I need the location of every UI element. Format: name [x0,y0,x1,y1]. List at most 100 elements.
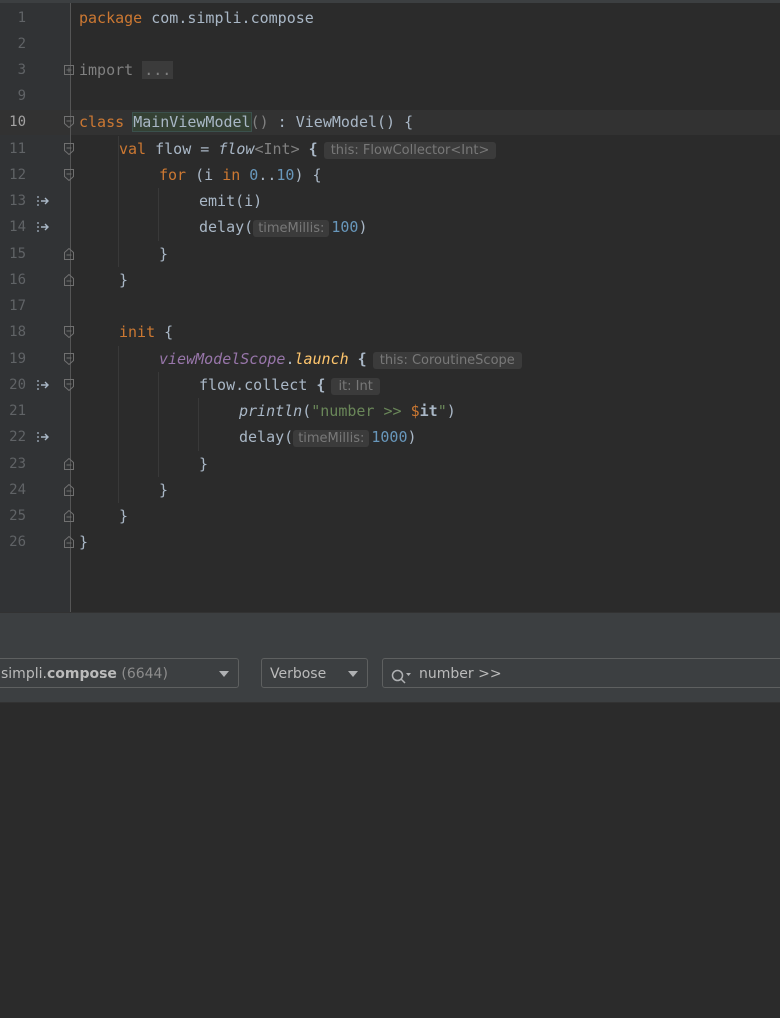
line-number[interactable]: 9 [0,83,26,109]
fold-start-icon[interactable] [64,353,74,365]
log-search-input[interactable]: number >> [382,658,780,688]
function-call: launch [294,350,349,368]
line-number[interactable]: 1 [0,5,26,31]
fold-start-icon[interactable] [64,143,74,155]
code-line-delay[interactable]: delay(timeMillis: 100) [199,214,368,240]
keyword: import [79,61,134,79]
fold-start-icon[interactable] [64,326,74,338]
code-text: (i [186,166,223,184]
code-text: } [119,271,129,289]
line-number[interactable]: 22 [0,424,26,450]
line-number[interactable]: 18 [0,319,26,345]
line-number[interactable]: 23 [0,451,26,477]
fold-start-icon[interactable] [64,116,74,128]
fold-start-icon[interactable] [64,169,74,181]
code-text: ) [358,218,368,236]
keyword: init [119,323,156,341]
code-line-for[interactable]: for (i in 0..10) { [159,162,322,188]
line-number[interactable]: 17 [0,293,26,319]
code-line-class[interactable]: class MainViewModel() : ViewModel() { [79,109,413,135]
process-pid: (6644) [121,666,168,682]
log-level-value: Verbose [270,666,327,682]
line-number[interactable]: 12 [0,162,26,188]
line-number[interactable]: 20 [0,372,26,398]
fold-end-icon[interactable] [64,274,74,286]
fold-end-icon[interactable] [64,484,74,496]
code-line-val-flow[interactable]: val flow = flow<Int> {this: FlowCollecto… [119,136,497,162]
code-line-import[interactable]: import ... [79,57,174,83]
code-line-delay[interactable]: delay(timeMillis: 1000) [239,424,417,450]
fold-end-icon[interactable] [64,248,74,260]
code-line-init[interactable]: init { [119,319,173,345]
code-text: .. [258,166,277,184]
code-text: delay( [239,428,294,446]
function-call: println [239,402,303,420]
code-line-close-brace[interactable]: } [79,529,88,555]
line-number[interactable]: 2 [0,31,26,57]
suspend-call-icon[interactable] [36,219,52,235]
inlay-param-hint[interactable]: timeMillis: [293,430,370,447]
line-number[interactable]: 16 [0,267,26,293]
log-level-select[interactable]: Verbose [261,658,368,688]
string-literal: "number >> [311,402,411,420]
chevron-down-icon [348,671,358,677]
code-line-close-brace[interactable]: } [119,503,128,529]
inlay-param-hint[interactable]: timeMillis: [253,220,330,237]
code-text: { [307,376,326,394]
folded-imports[interactable]: ... [142,61,174,79]
code-line-package[interactable]: package com.simpli.compose [79,5,314,31]
code-line-emit[interactable]: emit(i) [199,188,262,214]
logcat-toolbar: simpli.compose (6644) Verbose number >> [0,648,780,703]
keyword: val [119,140,147,158]
number: 1000 [371,428,408,446]
code-text: { [155,323,174,341]
code-line-println[interactable]: println("number >> $it") [239,398,456,424]
suspend-call-icon[interactable] [36,193,52,209]
line-number[interactable]: 11 [0,136,26,162]
number: 10 [276,166,295,184]
keyword: in [222,166,241,184]
code-text: com.simpli.compose [142,9,314,27]
line-number[interactable]: 15 [0,241,26,267]
code-line-close-brace[interactable]: } [199,451,208,477]
fold-end-icon[interactable] [64,458,74,470]
line-number[interactable]: 19 [0,346,26,372]
process-prefix: simpli. [1,666,47,682]
fold-start-icon[interactable] [64,379,74,391]
code-line-close-brace[interactable]: } [119,267,128,293]
line-number[interactable]: 25 [0,503,26,529]
indent-guide [158,372,159,477]
logcat-output[interactable] [0,703,780,1018]
fold-expand-icon[interactable] [64,65,74,77]
number: 100 [331,218,359,236]
suspend-call-icon[interactable] [36,377,52,393]
line-number[interactable]: 3 [0,57,26,83]
fold-end-icon[interactable] [64,510,74,522]
inlay-type-hint[interactable]: this: CoroutineScope [372,352,522,369]
code-text: flow = [146,140,219,158]
inlay-type-hint[interactable]: this: FlowCollector<Int> [323,142,497,159]
line-number[interactable]: 26 [0,529,26,555]
code-editor[interactable]: 1 2 3 9 10 11 12 13 14 15 16 17 18 19 20… [0,3,780,612]
code-line-close-brace[interactable]: } [159,477,168,503]
inlay-type-hint[interactable]: it: Int [331,378,380,395]
code-line-launch[interactable]: viewModelScope.launch {this: CoroutineSc… [159,346,522,372]
code-text: ) [446,402,456,420]
string-literal: " [437,402,447,420]
number: 0 [240,166,259,184]
process-select[interactable]: simpli.compose (6644) [0,658,239,688]
indent-guide [118,346,119,503]
chevron-down-icon [219,671,229,677]
code-line-close-brace[interactable]: } [159,241,168,267]
search-icon[interactable] [391,666,413,696]
keyword: class [79,113,125,131]
line-number[interactable]: 21 [0,398,26,424]
keyword: package [79,9,143,27]
code-line-collect[interactable]: flow.collect {it: Int [199,372,380,398]
line-number[interactable]: 24 [0,477,26,503]
fold-end-icon[interactable] [64,536,74,548]
suspend-call-icon[interactable] [36,429,52,445]
line-number-current[interactable]: 10 [0,109,26,135]
line-number[interactable]: 14 [0,214,26,240]
line-number[interactable]: 13 [0,188,26,214]
